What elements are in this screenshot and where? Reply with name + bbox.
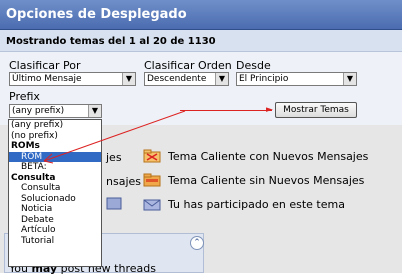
legend-hot-no-new-text: Tema Caliente sin Nuevos Mensajes (168, 174, 365, 187)
sort-order-label: Clasificar Orden (144, 59, 232, 72)
sort-order-value: Descendente (147, 74, 207, 84)
dropdown-option[interactable]: (any prefix) (9, 120, 101, 131)
hot-folder-icon (143, 173, 161, 187)
thread-count-text: Mostrando temas del 1 al 20 de 1130 (6, 36, 216, 47)
legend-cut-text-1: jes (106, 151, 122, 164)
prefix-value: (any prefix) (12, 106, 65, 116)
chevron-down-icon: ▼ (122, 73, 135, 85)
dropdown-option-highlighted[interactable]: ROM (9, 151, 101, 162)
annotation-arrow-head-icon: ► (266, 105, 273, 115)
show-threads-button[interactable]: Mostrar Temas (275, 102, 357, 118)
from-select[interactable]: El Principio ▼ (236, 72, 357, 86)
participated-folder-icon (143, 199, 161, 211)
dropdown-group: Consulta (11, 172, 56, 183)
prefix-label: Prefix (9, 90, 40, 103)
chevron-down-icon: ▼ (215, 73, 228, 85)
dropdown-option[interactable]: Tutorial (9, 236, 101, 247)
hot-folder-new-icon (143, 149, 161, 163)
display-options-header: Opciones de Desplegado (0, 0, 402, 30)
from-value: El Principio (239, 74, 289, 84)
dropdown-option[interactable]: Debate (9, 215, 101, 226)
chevron-down-icon: ▼ (343, 73, 356, 85)
prefix-dropdown-list[interactable]: (any prefix) (no prefix) ROMs ROM BETA: … (8, 119, 102, 267)
sort-by-select[interactable]: Último Mensaje ▼ (9, 72, 136, 86)
dropdown-option[interactable]: BETA: (9, 162, 101, 173)
dropdown-option[interactable]: Solucionado (9, 194, 101, 205)
chevron-down-icon: ▼ (88, 105, 101, 117)
legend-participated-text: Tu has participado en este tema (168, 198, 345, 211)
thread-count-bar: Mostrando temas del 1 al 20 de 1130 (0, 30, 402, 52)
dropdown-option[interactable]: Consulta (9, 183, 101, 194)
legend-hot-new-text: Tema Caliente con Nuevos Mensajes (168, 150, 369, 163)
dropdown-option[interactable]: Artículo (9, 225, 101, 236)
dropdown-option[interactable]: (no prefix) (9, 131, 101, 142)
sort-order-select[interactable]: Descendente ▼ (144, 72, 229, 86)
sort-by-value: Último Mensaje (12, 74, 82, 84)
folder-icon (106, 197, 122, 210)
dropdown-option[interactable]: Noticia (9, 204, 101, 215)
header-title: Opciones de Desplegado (6, 7, 187, 22)
annotation-arrow-line (180, 110, 272, 111)
sort-by-label: Clasificar Por (9, 59, 81, 72)
legend-cut-text-2: nsajes (106, 175, 141, 188)
from-label: Desde (236, 59, 271, 72)
prefix-select[interactable]: (any prefix) ▼ (9, 104, 102, 118)
collapse-icon[interactable]: ⌃ (190, 236, 204, 250)
dropdown-group: ROMs (11, 141, 40, 151)
